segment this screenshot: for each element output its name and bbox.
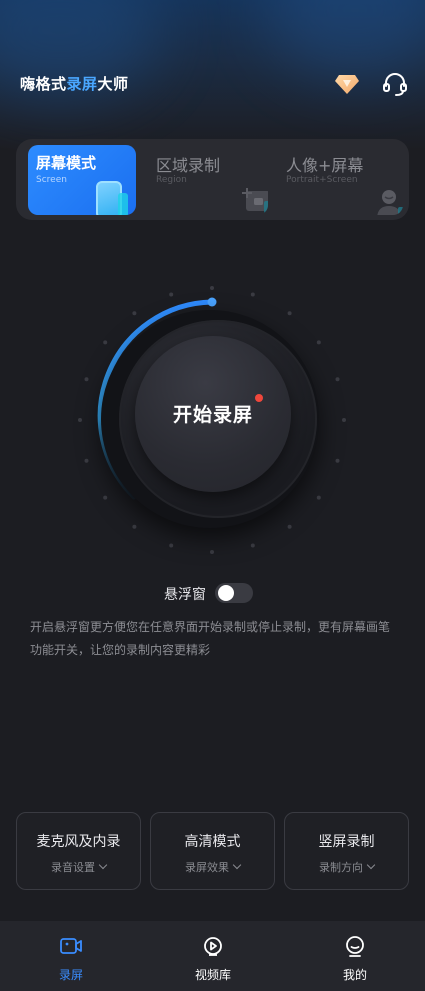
mode-sublabel: Region <box>156 175 187 185</box>
feature-title: 高清模式 <box>184 834 241 850</box>
ring-tick-dot <box>335 458 340 463</box>
tab-label: 录屏 <box>58 968 83 982</box>
app-title-part3: 大师 <box>97 75 129 93</box>
bottom-tab-bar: 录屏 视频库 我的 <box>0 921 425 991</box>
feature-sub: 录制方向 <box>285 859 408 875</box>
floating-window-description: 开启悬浮窗更方便您在任意界面开始录制或停止录制，更有屏幕画笔功能开关，让您的录制… <box>30 620 391 657</box>
floating-window-label: 悬浮窗 <box>164 587 206 603</box>
tab-profile[interactable]: 我的 <box>284 921 425 991</box>
ring-tick-dot <box>316 340 321 345</box>
mode-selector: 屏幕模式 Screen 区域录制 Region 人像+屏幕 Portrait+S… <box>16 139 409 220</box>
ring-tick-dot <box>169 543 174 548</box>
app-title-part2: 录屏 <box>66 75 98 93</box>
toggle-knob <box>218 585 234 601</box>
chevron-down-icon <box>98 860 108 870</box>
ring-tick-dot <box>132 311 137 316</box>
hd-mode-card[interactable]: 高清模式 录屏效果 <box>150 812 275 890</box>
ring-tick-dot <box>169 292 174 297</box>
mode-sublabel: Screen <box>36 175 67 185</box>
feature-sub: 录音设置 <box>17 859 140 875</box>
feature-sub-text: 录制方向 <box>319 861 363 874</box>
ring-tick-dot <box>78 418 82 422</box>
portrait-orientation-card[interactable]: 竖屏录制 录制方向 <box>284 812 409 890</box>
ring-tick-dot <box>335 377 340 382</box>
tab-video-library[interactable]: 视频库 <box>142 921 284 991</box>
ring-tick-dot <box>342 418 346 422</box>
ring-tick-dot <box>250 292 255 297</box>
tab-record[interactable]: 录屏 <box>0 921 142 991</box>
ring-handle <box>207 297 217 307</box>
mode-label: 人像+屏幕 <box>286 156 364 175</box>
mode-label: 区域录制 <box>156 156 221 175</box>
chevron-down-icon <box>232 860 242 870</box>
ring-tick-dot <box>210 550 214 554</box>
ring-tick-dot <box>103 495 108 500</box>
video-library-icon <box>201 935 225 957</box>
mode-tab-screen[interactable]: 屏幕模式 Screen <box>28 145 136 215</box>
mode-tab-portrait-screen[interactable]: 人像+屏幕 Portrait+Screen <box>278 145 403 215</box>
profile-icon <box>343 935 367 957</box>
region-crop-icon <box>240 185 268 215</box>
mode-tab-region[interactable]: 区域录制 Region <box>148 145 268 215</box>
record-camera-icon <box>59 935 83 957</box>
phone-illustration-icon <box>96 181 128 215</box>
mode-label: 屏幕模式 <box>36 154 97 172</box>
ring-tick-dot <box>132 524 137 529</box>
diamond-vip-icon[interactable] <box>334 72 360 96</box>
feature-sub: 录屏效果 <box>151 859 274 875</box>
mic-audio-card[interactable]: 麦克风及内录 录音设置 <box>16 812 141 890</box>
ring-tick-dot <box>103 340 108 345</box>
ring-tick-dot <box>250 543 255 548</box>
feature-title: 竖屏录制 <box>318 834 375 850</box>
app-title: 嗨格式录屏大师 <box>20 73 129 94</box>
headset-support-icon[interactable] <box>381 70 409 98</box>
ring-tick-dot <box>84 458 89 463</box>
floating-window-toggle[interactable] <box>215 583 253 603</box>
tab-label: 我的 <box>342 968 367 982</box>
start-record-label[interactable]: 开始录屏 <box>135 400 291 427</box>
mode-sublabel: Portrait+Screen <box>286 175 358 185</box>
chevron-down-icon <box>366 860 376 870</box>
tab-label: 视频库 <box>194 968 231 982</box>
ring-tick-dot <box>84 377 89 382</box>
ring-tick-dot <box>210 286 214 290</box>
ring-tick-dot <box>316 495 321 500</box>
feature-title: 麦克风及内录 <box>36 834 121 850</box>
ring-tick-dot <box>287 311 292 316</box>
record-indicator-dot <box>255 394 263 402</box>
portrait-person-icon <box>374 185 403 215</box>
app-title-part1: 嗨格式 <box>20 75 67 93</box>
feature-sub-text: 录屏效果 <box>185 861 229 874</box>
ring-tick-dot <box>287 524 292 529</box>
feature-sub-text: 录音设置 <box>51 861 95 874</box>
